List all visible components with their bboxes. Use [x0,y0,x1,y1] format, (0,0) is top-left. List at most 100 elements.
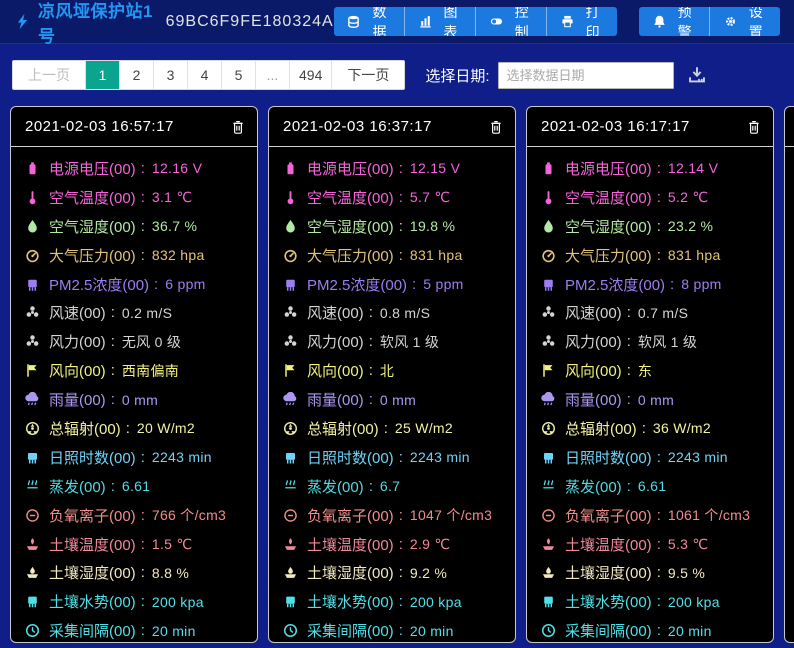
pressure-gauge-icon [23,248,41,263]
sensor-value: 12.16 V [151,160,203,177]
page-button-4[interactable]: 4 [188,61,222,89]
label-value-separator: : [656,593,661,611]
sensor-value: 9.2 % [409,564,448,581]
page-button-1[interactable]: 1 [86,61,120,89]
sensor-label: 雨量(00) [307,392,364,410]
sensor-row-air-temperature: 空气温度(00):3.1 ℃ [23,183,245,212]
date-filter-label: 选择日期: [425,67,490,85]
chart-button[interactable]: 图表 [404,7,476,36]
battery-icon [23,161,41,176]
sensor-value: 8.8 % [151,564,190,581]
data-button[interactable]: 数据 [333,7,405,36]
sensor-value: 36.7 % [151,218,198,235]
sensor-label: 电源电压(00) [565,160,652,178]
sensor-row-soil-temperature: 土壤温度(00):2.9 ℃ [281,530,503,559]
sensor-row-air-pressure: 大气压力(00):831 hpa [539,241,761,270]
label-value-separator: : [140,159,145,177]
sensor-row-total-radiation: 总辐射(00):20 W/m2 [23,414,245,443]
sensor-label: 土壤湿度(00) [307,565,394,583]
sensor-value: 2243 min [667,449,728,466]
fan-icon [23,305,41,320]
chart-icon [418,15,433,28]
sensor-row-wind-speed: 风速(00):0.2 m/S [23,298,245,327]
page-button-494[interactable]: 494 [290,61,333,89]
label-value-separator: : [140,535,145,553]
sensor-value: 20 min [151,622,196,639]
nav-button-label: 控制 [514,7,529,36]
pressure-gauge-icon [281,248,299,263]
sunshine-sensor-icon [539,450,557,465]
card-body: 电源电压(00):12.16 V 空气温度(00):3.1 ℃ 空气湿度(00):3… [11,147,257,645]
sensor-label: 负氧离子(00) [307,507,394,525]
sensor-row-air-humidity: 空气湿度(00):36.7 % [23,212,245,241]
sensor-label: 风力(00) [307,334,364,352]
label-value-separator: : [368,304,373,322]
label-value-separator: : [125,419,130,437]
label-value-separator: : [110,333,115,351]
soil-moisture-icon [23,565,41,580]
alert-button[interactable]: 预警 [638,7,710,36]
control-button[interactable]: 控制 [475,7,547,36]
sensor-value: 5.7 ℃ [409,188,451,205]
sensor-row-pm25-concentration: PM2.5浓度(00):6 ppm [23,270,245,299]
sensor-label: 风向(00) [307,363,364,381]
humidity-icon [281,219,299,234]
sensor-label: 总辐射(00) [307,420,379,438]
rain-cloud-icon [539,392,557,407]
sensor-label: 空气温度(00) [49,189,136,207]
trash-icon[interactable] [745,120,763,134]
sensor-label: 采集间隔(00) [307,623,394,641]
page-button-2[interactable]: 2 [120,61,154,89]
radiation-icon [281,421,299,436]
sensor-value: 831 hpa [667,247,721,264]
soil-moisture-icon [281,565,299,580]
sensor-row-air-humidity: 空气湿度(00):23.2 % [539,212,761,241]
label-value-separator: : [626,333,631,351]
label-value-separator: : [398,622,403,640]
toggle-icon [489,15,504,28]
label-value-separator: : [656,622,661,640]
page-next-button[interactable]: 下一页 [332,61,405,89]
page-button-5[interactable]: 5 [222,61,256,89]
sensor-label: 风速(00) [49,305,106,323]
sensor-value: 软风 1 级 [379,333,440,350]
sensor-label: 风速(00) [565,305,622,323]
sensor-value: 0.2 m/S [121,304,173,321]
card-header: 2021-02-03 16:57:17 [11,107,257,147]
sensor-label: 蒸发(00) [565,478,622,496]
pm25-sensor-icon [539,277,557,292]
label-value-separator: : [383,419,388,437]
settings-button[interactable]: 设置 [709,7,780,36]
sensor-label: 风力(00) [49,334,106,352]
sensor-value: 766 个/cm3 [151,507,227,524]
date-input[interactable] [497,61,674,89]
nav-button-label: 设置 [748,7,763,36]
label-value-separator: : [368,391,373,409]
sensor-value: 2243 min [409,449,470,466]
sensor-label: 风速(00) [307,305,364,323]
download-button[interactable] [688,63,706,87]
sensor-row-air-pressure: 大气压力(00):832 hpa [23,241,245,270]
sensor-value: 0.8 m/S [379,304,431,321]
fan-icon [281,305,299,320]
sensor-label: 大气压力(00) [307,247,394,265]
trash-icon[interactable] [487,120,505,134]
trash-icon[interactable] [229,120,247,134]
sensor-value: 6 ppm [165,276,206,292]
sensor-row-total-radiation: 总辐射(00):25 W/m2 [281,414,503,443]
label-value-separator: : [412,275,417,293]
page-button-3[interactable]: 3 [154,61,188,89]
page-prev-button[interactable]: 上一页 [13,61,86,89]
print-button[interactable]: 打印 [546,7,617,36]
sensor-label: 土壤温度(00) [307,536,394,554]
soil-thermometer-icon [281,537,299,552]
sensor-row-wind-force: 风力(00): 软风 1 级 [539,327,761,356]
label-value-separator: : [670,275,675,293]
sensor-label: 总辐射(00) [49,420,121,438]
sunshine-sensor-icon [281,450,299,465]
steam-icon [539,479,557,494]
pagination: 上一页 1 2 3 4 5... 494 下一页 [12,60,406,90]
label-value-separator: : [110,304,115,322]
sensor-value: 9.5 % [667,564,706,581]
label-value-separator: : [140,217,145,235]
